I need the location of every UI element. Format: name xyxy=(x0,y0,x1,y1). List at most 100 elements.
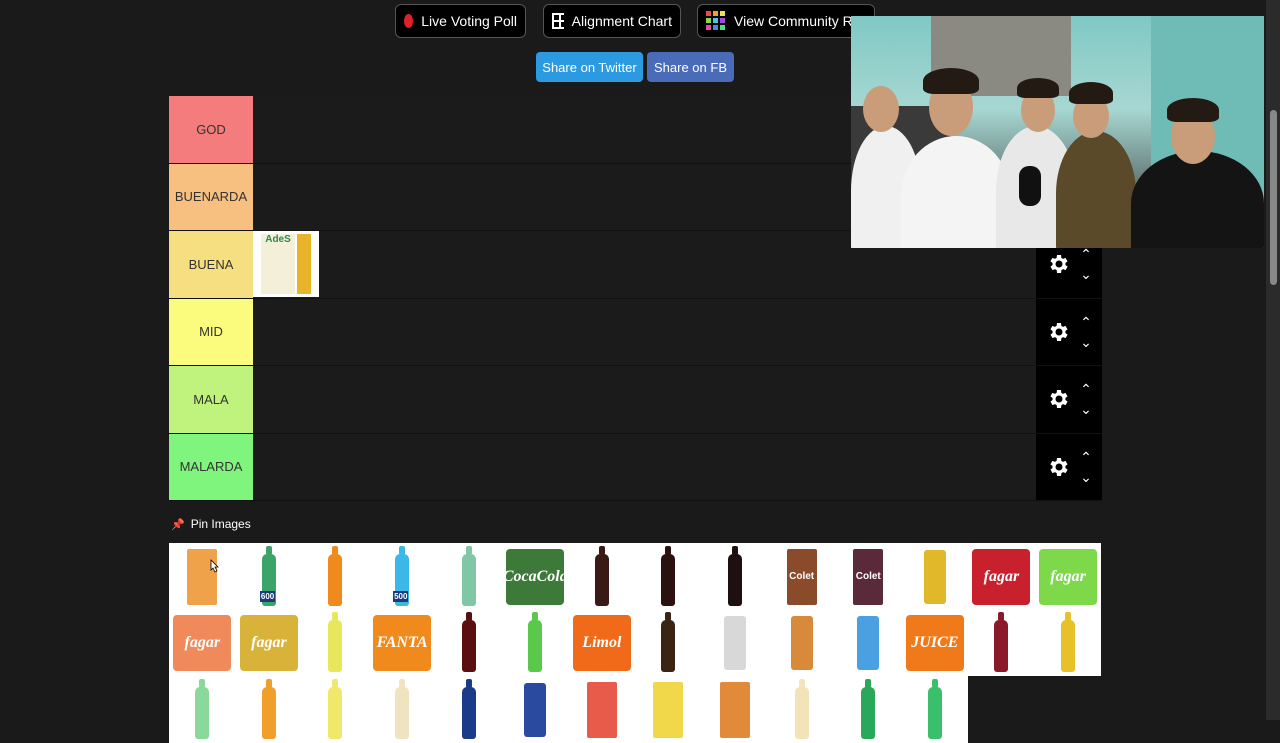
pool-item[interactable] xyxy=(368,676,436,743)
pool-item[interactable] xyxy=(501,609,569,676)
malta-bottle-icon xyxy=(661,612,676,672)
person-4 xyxy=(1056,131,1136,248)
tier-controls: ⌃⌄ xyxy=(1036,298,1102,365)
pool-item[interactable] xyxy=(635,609,702,676)
pool-item[interactable]: 500 xyxy=(368,543,436,610)
person-2 xyxy=(901,136,1011,248)
gear-icon[interactable] xyxy=(1046,455,1070,479)
pool-item[interactable] xyxy=(302,609,369,676)
chevron-up-icon[interactable]: ⌃ xyxy=(1080,247,1092,261)
chevron-down-icon[interactable]: ⌄ xyxy=(1080,402,1092,416)
tier-label[interactable]: MID xyxy=(169,298,253,365)
gear-icon[interactable] xyxy=(1046,320,1070,344)
pool-item[interactable] xyxy=(568,676,636,743)
tier-dropzone[interactable] xyxy=(253,298,1036,365)
pool-item[interactable] xyxy=(635,543,702,610)
pool-item[interactable]: fagar xyxy=(968,543,1035,610)
tier-label[interactable]: MALARDA xyxy=(169,433,253,500)
pool-item[interactable] xyxy=(1034,609,1102,676)
mouse-cursor-icon xyxy=(210,559,219,573)
pool-item[interactable] xyxy=(768,676,835,743)
cola-red-bottle-icon xyxy=(994,612,1009,672)
pool-item[interactable] xyxy=(435,543,502,610)
pool-item[interactable]: Colet xyxy=(768,543,835,610)
share-twitter-button[interactable]: Share on Twitter xyxy=(536,52,643,82)
sin-azucares-box-icon xyxy=(720,681,751,738)
pool-item[interactable]: JUICE xyxy=(901,609,969,676)
tier-label[interactable]: MALA xyxy=(169,366,253,433)
pool-item[interactable] xyxy=(901,676,969,743)
tier-label[interactable]: BUENARDA xyxy=(169,163,253,230)
ades-orange-bottle-icon xyxy=(187,548,218,605)
pool-item[interactable]: FANTA xyxy=(368,609,436,676)
pool-item[interactable]: fagar xyxy=(169,609,236,676)
coca-cola-zero-bottle-icon xyxy=(728,545,743,606)
share-fb-button[interactable]: Share on FB xyxy=(647,52,734,82)
pool-item[interactable] xyxy=(901,543,969,610)
pool-item[interactable] xyxy=(968,609,1035,676)
pool-item[interactable] xyxy=(701,676,769,743)
chevron-up-icon[interactable]: ⌃ xyxy=(1080,450,1092,464)
item-pool: 600 500 CocaCola Colet Colet fagar fagar fagar f… xyxy=(169,543,1102,743)
tier-dropzone[interactable] xyxy=(253,366,1036,433)
pool-item[interactable] xyxy=(768,609,835,676)
chevron-down-icon[interactable]: ⌄ xyxy=(1080,470,1092,484)
view-community-rankings-button[interactable]: View Community Ra xyxy=(697,4,875,38)
tier-label[interactable]: BUENA xyxy=(169,231,253,298)
tier-item-ades-anana[interactable]: AdeS xyxy=(253,231,319,297)
coca-cola-life-bottle-icon: CocaCola xyxy=(503,548,568,605)
chevron-down-icon[interactable]: ⌄ xyxy=(1080,335,1092,349)
alignment-chart-label: Alignment Chart xyxy=(571,13,672,29)
alignment-chart-button[interactable]: Alignment Chart xyxy=(543,4,681,38)
red-bull-can-icon xyxy=(524,682,547,737)
tier-label[interactable]: GOD xyxy=(169,96,253,163)
ades-carton-icon: AdeS xyxy=(261,234,295,294)
pool-item[interactable]: Limol xyxy=(568,609,636,676)
monster-orange-can-icon xyxy=(790,616,813,670)
pool-item[interactable] xyxy=(435,609,502,676)
person-5 xyxy=(1131,151,1264,248)
page-scrollbar[interactable] xyxy=(1266,0,1280,720)
scrollbar-thumb[interactable] xyxy=(1270,110,1277,285)
energy-can-icon xyxy=(923,549,946,604)
pool-item[interactable]: 600 xyxy=(235,543,303,610)
pool-item[interactable] xyxy=(169,676,236,743)
blue-sports-drink-bottle-icon: 500 xyxy=(393,545,410,606)
pool-item-label: JUICE xyxy=(911,634,959,651)
pool-item[interactable] xyxy=(302,543,369,610)
pool-item[interactable] xyxy=(834,609,902,676)
live-voting-poll-button[interactable]: Live Voting Poll xyxy=(395,4,526,38)
pool-item[interactable] xyxy=(302,676,369,743)
orange-soda-bottle-icon xyxy=(261,678,276,739)
hair-5 xyxy=(1167,98,1219,122)
pool-item[interactable] xyxy=(834,676,902,743)
pool-item[interactable]: CocaCola xyxy=(501,543,569,610)
pool-item[interactable]: Colet xyxy=(834,543,902,610)
pool-item[interactable] xyxy=(701,609,769,676)
pool-item[interactable]: fagar xyxy=(1034,543,1102,610)
pool-item-label: fagar xyxy=(251,634,287,651)
microphone xyxy=(1019,166,1041,206)
chevron-up-icon[interactable]: ⌃ xyxy=(1080,382,1092,396)
limol-cola-bottle-icon xyxy=(461,612,476,672)
pool-item-label: fagar xyxy=(983,567,1020,585)
pool-item[interactable]: fagar xyxy=(235,609,303,676)
pool-item[interactable] xyxy=(169,543,236,610)
gear-icon[interactable] xyxy=(1046,252,1070,276)
pool-item[interactable] xyxy=(435,676,502,743)
pool-item[interactable] xyxy=(701,543,769,610)
chevron-up-icon[interactable]: ⌃ xyxy=(1080,315,1092,329)
fagar-yellow-pack-icon: fagar xyxy=(239,615,298,671)
pool-item[interactable] xyxy=(235,676,303,743)
pool-item[interactable] xyxy=(635,676,702,743)
pool-item[interactable] xyxy=(501,676,569,743)
limol-orange-bottle-icon: Limol xyxy=(572,615,631,671)
chevron-down-icon[interactable]: ⌄ xyxy=(1080,267,1092,281)
tier-row: MALA ⌃ ⌄ xyxy=(169,366,1102,434)
pool-item[interactable] xyxy=(568,543,636,610)
pool-item-label: 500 xyxy=(393,590,409,602)
tier-dropzone[interactable] xyxy=(253,433,1036,500)
gear-icon[interactable] xyxy=(1046,387,1070,411)
green-soda-bottle-icon xyxy=(195,678,210,739)
pin-images-toggle[interactable]: 📌 Pin Images xyxy=(171,517,251,531)
